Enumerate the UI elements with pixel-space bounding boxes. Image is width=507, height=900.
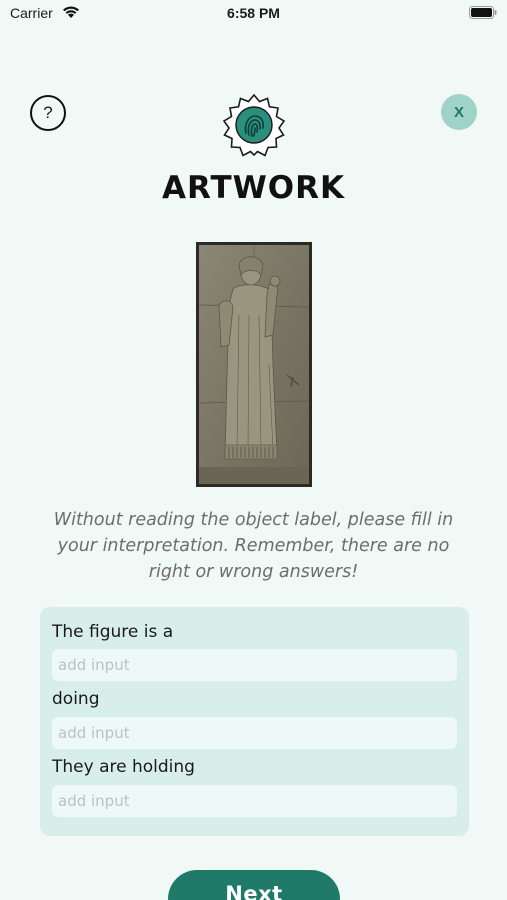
- fingerprint-badge-icon: [222, 93, 286, 157]
- next-button[interactable]: Next: [168, 870, 340, 900]
- doing-input[interactable]: [52, 717, 457, 749]
- figure-input[interactable]: [52, 649, 457, 681]
- help-button[interactable]: ?: [30, 95, 66, 131]
- relief-artwork: [199, 245, 309, 484]
- battery-icon: [469, 6, 497, 19]
- holding-label: They are holding: [52, 757, 195, 777]
- artwork-screen: Carrier 6:58 PM ? X ARTWORK Without read…: [0, 0, 507, 900]
- instructions-text: Without reading the object label, please…: [53, 510, 454, 582]
- figure-label: The figure is a: [52, 622, 174, 642]
- clock: 6:58 PM: [227, 5, 280, 21]
- artwork-image: [196, 242, 312, 487]
- page-title: ARTWORK: [161, 170, 346, 206]
- holding-input[interactable]: [52, 785, 457, 817]
- doing-label: doing: [52, 689, 100, 709]
- interpretation-form: The figure is a doing They are holding: [40, 607, 469, 836]
- close-button[interactable]: X: [441, 94, 477, 130]
- status-bar: Carrier 6:58 PM: [0, 0, 507, 28]
